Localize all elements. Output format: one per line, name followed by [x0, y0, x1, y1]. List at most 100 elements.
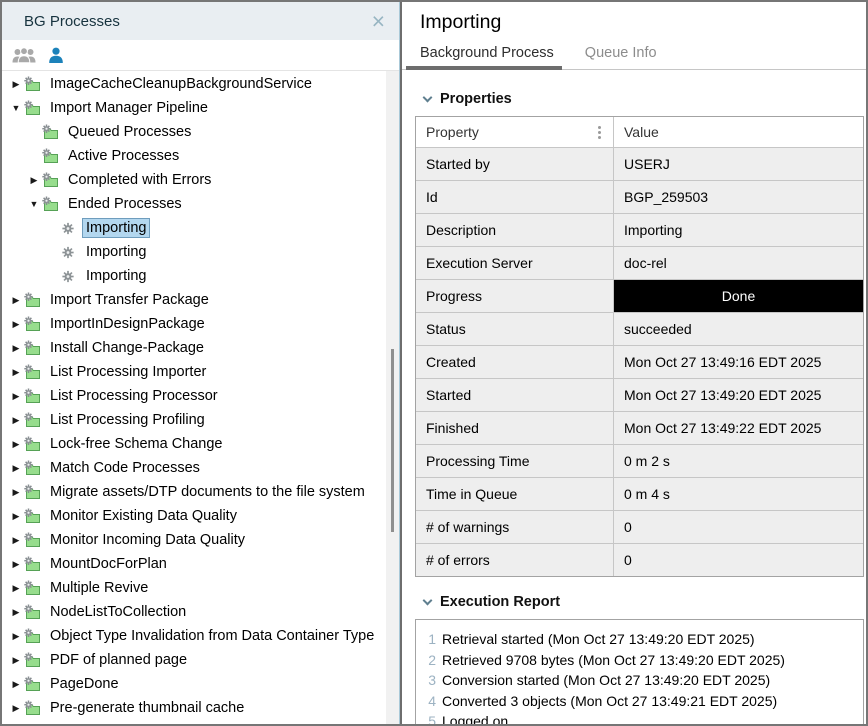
expander-icon[interactable]: ▶	[8, 631, 24, 642]
process-folder-icon	[24, 100, 42, 116]
tree-item[interactable]: Importing	[2, 216, 399, 240]
expander-icon[interactable]: ▶	[8, 559, 24, 570]
tree-item[interactable]: Importing	[2, 264, 399, 288]
expander-icon[interactable]: ▶	[8, 391, 24, 402]
expander-icon[interactable]: ▶	[8, 511, 24, 522]
process-folder-icon	[42, 172, 60, 188]
process-folder-icon	[24, 412, 42, 428]
process-folder-icon	[42, 124, 60, 140]
tree-item[interactable]: ▶ MountDocForPlan	[2, 552, 399, 576]
tree-item[interactable]: ▶ Monitor Existing Data Quality	[2, 504, 399, 528]
property-row[interactable]: Created Mon Oct 27 13:49:16 EDT 2025	[416, 345, 863, 378]
tree-item[interactable]: ▶ ImportInDesignPackage	[2, 312, 399, 336]
tree-item[interactable]: ▶ Object Type Invalidation from Data Con…	[2, 624, 399, 648]
expander-icon[interactable]: ▶	[8, 415, 24, 426]
tree-item-label: Object Type Invalidation from Data Conta…	[47, 627, 377, 645]
tab-queue-info[interactable]: Queue Info	[585, 45, 657, 69]
expander-icon[interactable]: ▶	[8, 367, 24, 378]
execution-report-section-label: Execution Report	[440, 594, 560, 610]
tree-item-label: Match Code Processes	[47, 459, 203, 477]
tree-item[interactable]: ▶ Completed with Errors	[2, 168, 399, 192]
expander-icon[interactable]: ▶	[8, 655, 24, 666]
property-row[interactable]: # of errors 0	[416, 543, 863, 576]
tree-item-label: MountDocForPlan	[47, 555, 170, 573]
property-row[interactable]: Time in Queue 0 m 4 s	[416, 477, 863, 510]
expander-icon[interactable]: ▶	[8, 463, 24, 474]
tree-item[interactable]: ▶ PDF of planned page	[2, 648, 399, 672]
expander-icon[interactable]: ▶	[8, 487, 24, 498]
tree-item[interactable]: ▼ Import Manager Pipeline	[2, 96, 399, 120]
property-row[interactable]: Status succeeded	[416, 312, 863, 345]
tree-item[interactable]: ▶ NodeListToCollection	[2, 600, 399, 624]
property-row[interactable]: # of warnings 0	[416, 510, 863, 543]
expander-icon[interactable]: ▶	[8, 679, 24, 690]
column-header-value[interactable]: Value	[613, 117, 863, 147]
report-entry-text: Retrieval started (Mon Oct 27 13:49:20 E…	[442, 629, 755, 650]
tree-item[interactable]: ▼ Ended Processes	[2, 192, 399, 216]
tree-item[interactable]: ▶ Multiple Revive	[2, 576, 399, 600]
chevron-down-icon[interactable]	[423, 93, 433, 103]
tree-item-label: Import Manager Pipeline	[47, 99, 211, 117]
group-icon[interactable]	[12, 47, 36, 64]
vertical-scrollbar[interactable]	[386, 71, 399, 724]
user-icon[interactable]	[48, 47, 64, 64]
expander-icon[interactable]: ▶	[8, 607, 24, 618]
tree-item[interactable]: ▶ List Processing Processor	[2, 384, 399, 408]
properties-section-header[interactable]: Properties	[415, 91, 864, 107]
property-value: USERJ	[613, 148, 863, 180]
expander-icon[interactable]: ▶	[8, 319, 24, 330]
property-row[interactable]: Started Mon Oct 27 13:49:20 EDT 2025	[416, 378, 863, 411]
report-entry-number: 2	[416, 650, 436, 671]
tree-item[interactable]: ▶ Monitor Incoming Data Quality	[2, 528, 399, 552]
property-name: # of errors	[416, 544, 613, 576]
tree-item[interactable]: ▶ PageDone	[2, 672, 399, 696]
chevron-down-icon[interactable]	[423, 596, 433, 606]
tree-item[interactable]: ▶ ImageCacheCleanupBackgroundService	[2, 72, 399, 96]
column-header-property[interactable]: Property	[416, 117, 613, 147]
execution-report-box: 1 Retrieval started (Mon Oct 27 13:49:20…	[415, 619, 864, 724]
tree-item[interactable]: ▶ Import Transfer Package	[2, 288, 399, 312]
expander-icon[interactable]: ▼	[26, 199, 42, 209]
properties-table: Property Value Started by USERJ Id BGP_2…	[415, 116, 864, 577]
property-row[interactable]: Progress Done	[416, 279, 863, 312]
property-row[interactable]: Started by USERJ	[416, 147, 863, 180]
expander-icon[interactable]: ▶	[8, 295, 24, 306]
scrollbar-thumb[interactable]	[391, 349, 394, 532]
properties-section-label: Properties	[440, 91, 512, 107]
report-entry-text: Logged on	[442, 711, 508, 724]
property-value: BGP_259503	[613, 181, 863, 213]
property-row[interactable]: Processing Time 0 m 2 s	[416, 444, 863, 477]
tab-background-process[interactable]: Background Process	[420, 45, 554, 69]
expander-icon[interactable]: ▶	[8, 439, 24, 450]
tree-item[interactable]: Active Processes	[2, 144, 399, 168]
tree-item[interactable]: ▶ Match Code Processes	[2, 456, 399, 480]
property-name: Execution Server	[416, 247, 613, 279]
process-folder-icon	[24, 340, 42, 356]
property-row[interactable]: Description Importing	[416, 213, 863, 246]
report-entry: 2 Retrieved 9708 bytes (Mon Oct 27 13:49…	[416, 650, 863, 671]
expander-icon[interactable]: ▶	[8, 343, 24, 354]
tree-item[interactable]: ▶ Lock-free Schema Change	[2, 432, 399, 456]
property-row[interactable]: Id BGP_259503	[416, 180, 863, 213]
panel-header: BG Processes ×	[2, 2, 399, 40]
close-icon[interactable]: ×	[370, 11, 387, 31]
column-menu-icon[interactable]	[598, 126, 603, 139]
expander-icon[interactable]: ▶	[26, 175, 42, 186]
page-title: Importing	[402, 2, 866, 34]
tree-item[interactable]: ▶ Pre-generate thumbnail cache	[2, 696, 399, 720]
report-entry-number: 3	[416, 670, 436, 691]
property-row[interactable]: Execution Server doc-rel	[416, 246, 863, 279]
tree-item[interactable]: Queued Processes	[2, 120, 399, 144]
expander-icon[interactable]: ▼	[8, 103, 24, 113]
expander-icon[interactable]: ▶	[8, 535, 24, 546]
tree-item[interactable]: ▶ List Processing Importer	[2, 360, 399, 384]
expander-icon[interactable]: ▶	[8, 583, 24, 594]
expander-icon[interactable]: ▶	[8, 79, 24, 90]
tree-item[interactable]: ▶ Migrate assets/DTP documents to the fi…	[2, 480, 399, 504]
tree-item[interactable]: Importing	[2, 240, 399, 264]
property-row[interactable]: Finished Mon Oct 27 13:49:22 EDT 2025	[416, 411, 863, 444]
expander-icon[interactable]: ▶	[8, 703, 24, 714]
tree-item[interactable]: ▶ Install Change-Package	[2, 336, 399, 360]
execution-report-section-header[interactable]: Execution Report	[415, 594, 864, 610]
tree-item[interactable]: ▶ List Processing Profiling	[2, 408, 399, 432]
